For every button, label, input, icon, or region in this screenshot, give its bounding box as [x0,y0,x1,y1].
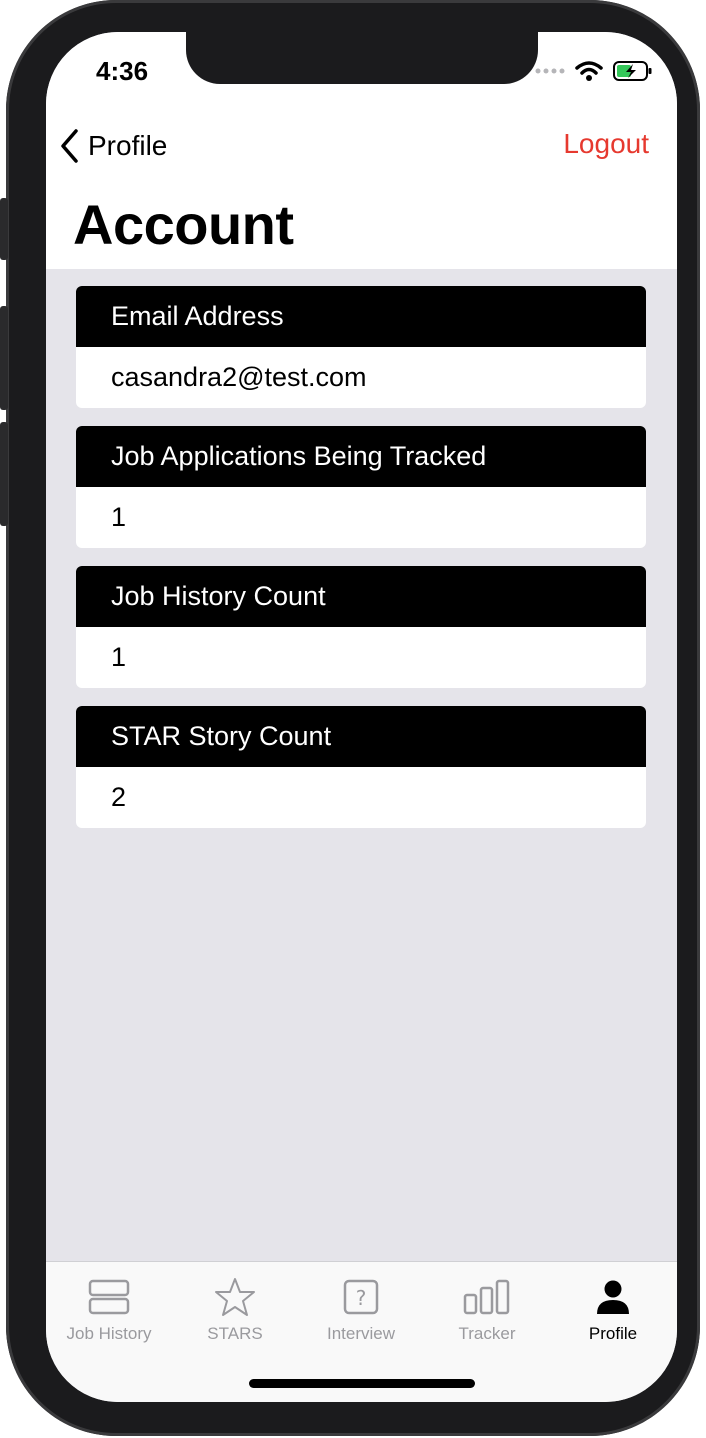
app-screen: 4:36 Profile Logout Account Email Addres… [46,32,677,1402]
status-indicators [535,60,653,82]
battery-charging-icon [613,61,652,81]
email-card: Email Address casandra2@test.com [76,286,646,408]
job-history-count-card: Job History Count 1 [76,566,646,688]
card-value: 2 [111,782,127,812]
question-box-icon: ? [343,1279,379,1315]
back-button-label: Profile [88,130,168,161]
tab-label: Job History [66,1324,152,1343]
page-title: Account [73,193,294,256]
logout-button[interactable]: Logout [563,128,649,160]
volume-up-button [0,306,8,410]
tab-label: Profile [588,1324,638,1343]
tab-label: Tracker [458,1324,516,1343]
card-value: 1 [111,502,127,532]
card-header: Email Address [76,286,646,347]
star-icon [215,1278,255,1316]
mute-switch [0,198,8,260]
bar-chart-icon [463,1279,510,1315]
home-indicator[interactable] [249,1379,475,1388]
applications-tracked-card: Job Applications Being Tracked 1 [76,426,646,548]
signal-icon [535,68,565,74]
status-time: 4:36 [96,56,149,86]
card-value: 1 [111,642,127,672]
tab-profile[interactable]: Profile [550,1276,676,1344]
person-icon [597,1280,629,1314]
account-cards: Email Address casandra2@test.com Job App… [76,286,646,846]
card-header: Job History Count [76,566,646,627]
device-frame: 4:36 Profile Logout Account Email Addres… [0,0,700,1436]
star-story-count-card: STAR Story Count 2 [76,706,646,828]
tab-bar: Job History STARS ? Interview Tracker Pr… [46,1261,677,1402]
tab-interview[interactable]: ? Interview [298,1276,424,1344]
tab-tracker[interactable]: Tracker [424,1276,550,1344]
tab-label: Interview [326,1324,396,1343]
notch [186,32,538,84]
card-header: STAR Story Count [76,706,646,767]
back-button[interactable]: Profile [58,128,167,164]
volume-down-button [0,422,8,526]
tab-job-history[interactable]: Job History [46,1276,172,1344]
card-header: Job Applications Being Tracked [76,426,646,487]
tab-stars[interactable]: STARS [172,1276,298,1344]
chevron-left-icon [61,129,78,163]
tab-label: STARS [207,1324,263,1343]
svg-text:?: ? [356,1286,367,1310]
job-history-icon [88,1279,130,1315]
card-value: casandra2@test.com [111,362,367,392]
wifi-icon [575,61,603,81]
